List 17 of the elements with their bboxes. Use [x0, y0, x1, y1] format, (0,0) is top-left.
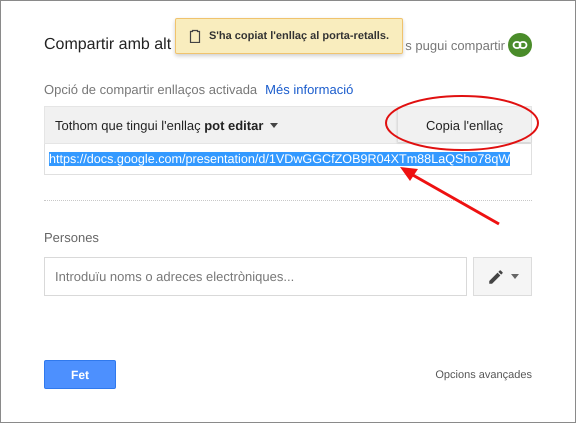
copy-link-button[interactable]: Copia l'enllaç	[397, 108, 531, 142]
url-text: https://docs.google.com/presentation/d/1VDwGGCfZOB9R04XTm88LaQSho78qW	[49, 152, 510, 166]
edit-permission-button[interactable]	[473, 257, 532, 296]
access-dropdown[interactable]: Tothom que tingui l'enllaç pot editar	[55, 118, 278, 132]
caret-icon	[270, 122, 278, 128]
more-info-link[interactable]: Més informació	[265, 82, 354, 96]
clipboard-icon	[188, 29, 201, 43]
dialog-title: Compartir amb alt	[44, 36, 172, 54]
link-icon	[508, 33, 532, 57]
people-label: Persones	[44, 230, 100, 245]
copied-toast: S'ha copiat l'enllaç al porta-retalls.	[175, 18, 403, 54]
pencil-icon	[486, 268, 504, 286]
dialog-hint: s pugui compartir	[405, 38, 505, 52]
link-sharing-status: Opció de compartir enllaços activada	[44, 82, 258, 96]
advanced-options-link[interactable]: Opcions avançades	[435, 368, 532, 380]
people-input[interactable]: Introduïu noms o adreces electròniques...	[44, 257, 467, 296]
caret-icon	[510, 274, 518, 279]
